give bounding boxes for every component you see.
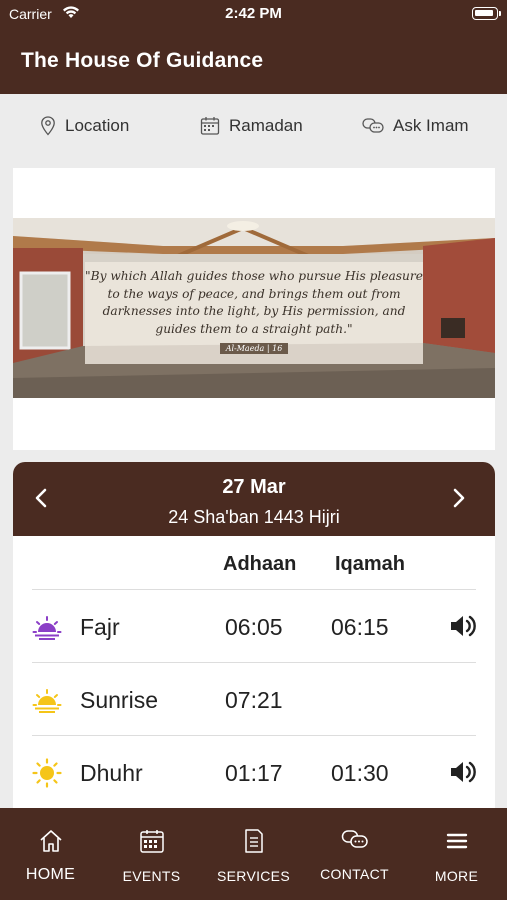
location-link[interactable]: Location [40,116,129,136]
prayer-name: Dhuhr [80,760,143,786]
tab-services-label: SERVICES [217,868,290,884]
ask-imam-link[interactable]: Ask Imam [362,116,469,136]
sun-icon [32,758,62,788]
quick-links-bar: Location Ramadan Ask Imam [0,94,507,160]
bottom-tab-bar: HOME EVENTS SERVICES CONTACT MORE [0,808,507,900]
next-day-button[interactable] [453,488,465,513]
prayer-row-dhuhr: Dhuhr 01:17 01:30 [32,736,476,809]
adhaan-time: 06:05 [225,614,283,640]
chat-icon [362,117,384,135]
prayer-column-headers: Adhaan Iqamah [32,536,476,590]
speaker-icon[interactable] [448,758,478,791]
tab-home-label: HOME [25,866,76,883]
quote-text: "By which Allah guides those who pursue … [85,269,423,336]
map-pin-icon [40,116,56,136]
banner-card: "By which Allah guides those who pursue … [13,168,495,450]
quote-reference: Al-Maeda | 16 [219,343,289,354]
prayer-name: Sunrise [80,687,158,713]
iqamah-time: 06:15 [331,614,389,640]
clock: 2:42 PM [225,5,282,22]
hijri-date: 24 Sha'ban 1443 Hijri [168,507,340,527]
home-icon [0,828,101,854]
status-bar: Carrier 2:42 PM [0,0,507,28]
calendar-icon [101,828,202,854]
tab-events-label: EVENTS [122,868,181,884]
document-icon [203,828,304,854]
chat-icon [304,828,405,852]
iqamah-column-header: Iqamah [335,553,406,575]
prayer-row-fajr: Fajr 06:05 06:15 [32,590,476,663]
sunrise-icon [32,685,62,715]
tab-home[interactable]: HOME [0,828,101,884]
battery-icon [472,7,501,20]
fajr-sun-icon [32,612,62,642]
banner-image[interactable]: "By which Allah guides those who pursue … [13,218,495,398]
tab-more[interactable]: MORE [406,828,507,884]
tab-services[interactable]: SERVICES [203,828,304,884]
quote-box: "By which Allah guides those who pursue … [85,262,423,364]
app-title: The House Of Guidance [21,49,264,72]
tab-more-label: MORE [434,868,479,884]
prayer-name: Fajr [80,614,120,640]
prayer-row-sunrise: Sunrise 07:21 [32,663,476,736]
speaker-icon[interactable] [448,612,478,645]
tab-contact-label: CONTACT [320,866,389,882]
gregorian-date: 27 Mar [222,476,286,498]
menu-icon [406,828,507,854]
prayer-date-header: 27 Mar 24 Sha'ban 1443 Hijri [13,462,495,536]
prayer-times-card: 27 Mar 24 Sha'ban 1443 Hijri Adhaan Iqam… [13,462,495,822]
location-link-label: Location [65,116,130,135]
calendar-icon [200,116,220,136]
adhaan-column-header: Adhaan [223,553,297,575]
tab-events[interactable]: EVENTS [101,828,202,884]
adhaan-time: 07:21 [225,687,283,713]
iqamah-time: 01:30 [331,760,389,786]
tab-contact[interactable]: CONTACT [304,828,405,882]
top-bar: Carrier 2:42 PM The House Of Guidance [0,0,507,94]
ramadan-link[interactable]: Ramadan [200,116,303,136]
adhaan-time: 01:17 [225,760,283,786]
ask-imam-link-label: Ask Imam [393,116,469,135]
ramadan-link-label: Ramadan [229,116,303,135]
